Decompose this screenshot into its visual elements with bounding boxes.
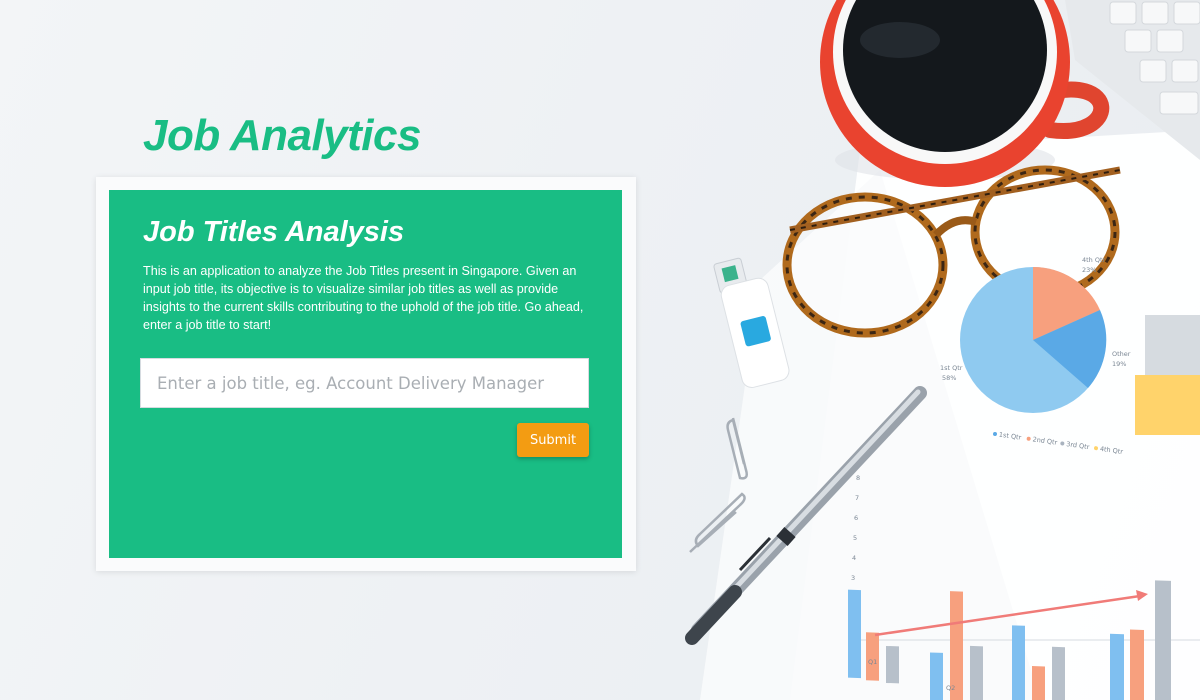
job-title-input[interactable] [140, 358, 589, 408]
submit-button[interactable]: Submit [517, 423, 589, 457]
svg-text:5: 5 [853, 534, 857, 542]
app-title: Job Analytics [143, 111, 421, 160]
job-titles-card: Job Titles Analysis This is an applicati… [96, 177, 636, 571]
svg-text:23%: 23% [1082, 266, 1096, 274]
card-heading: Job Titles Analysis [143, 216, 405, 248]
pie-label-other: Other [1112, 350, 1131, 358]
svg-text:Q2: Q2 [946, 684, 955, 692]
svg-text:6: 6 [854, 514, 858, 522]
card-description: This is an application to analyze the Jo… [143, 264, 584, 332]
svg-text:4: 4 [852, 554, 856, 562]
svg-text:Q1: Q1 [868, 658, 877, 666]
svg-text:3: 3 [851, 574, 855, 582]
job-titles-panel: Job Titles Analysis This is an applicati… [109, 190, 622, 558]
svg-text:19%: 19% [1112, 360, 1126, 368]
svg-text:7: 7 [855, 494, 859, 502]
pie-label-1st-qtr: 1st Qtr [940, 364, 963, 372]
svg-text:58%: 58% [942, 374, 956, 382]
svg-text:8: 8 [856, 474, 860, 482]
svg-text:4th Qtr: 4th Qtr [1082, 256, 1106, 264]
